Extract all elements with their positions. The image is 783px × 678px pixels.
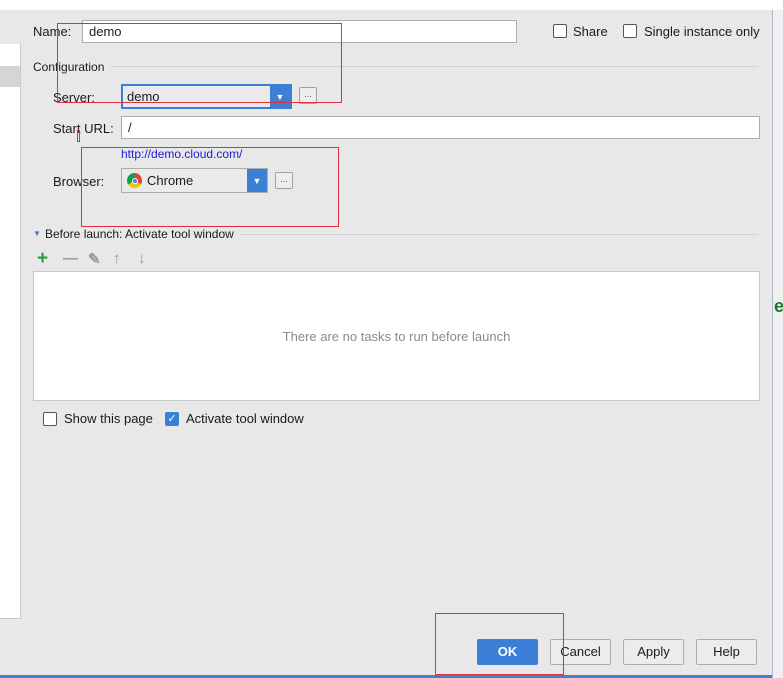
collapse-triangle-icon[interactable]: ▼ <box>33 229 41 238</box>
background-window <box>772 10 783 678</box>
tasks-list[interactable]: There are no tasks to run before launch <box>33 271 760 401</box>
configurations-tree[interactable] <box>0 44 21 619</box>
chrome-icon <box>127 173 142 188</box>
remove-icon[interactable]: — <box>63 250 78 267</box>
start-url-input[interactable]: / <box>121 116 760 139</box>
activate-tool-label: Activate tool window <box>186 411 304 426</box>
single-instance-checkbox[interactable] <box>623 24 637 38</box>
server-value: demo <box>127 89 160 104</box>
before-launch-separator <box>240 234 758 235</box>
help-button[interactable]: Help <box>696 639 757 665</box>
ok-button[interactable]: OK <box>477 639 538 665</box>
apply-button[interactable]: Apply <box>623 639 684 665</box>
show-page-checkbox[interactable] <box>43 412 57 426</box>
chevron-down-icon[interactable]: ▼ <box>270 86 290 107</box>
chevron-down-icon[interactable]: ▼ <box>247 169 267 192</box>
before-launch-heading: Before launch: Activate tool window <box>45 227 234 241</box>
browser-more-button[interactable]: ... <box>275 172 293 189</box>
configuration-separator <box>110 66 758 67</box>
move-down-icon[interactable]: ↓ <box>138 250 146 267</box>
share-checkbox[interactable] <box>553 24 567 38</box>
browser-value: Chrome <box>147 173 194 188</box>
server-combobox[interactable]: demo ▼ <box>121 84 292 109</box>
server-label: Server: <box>53 90 95 105</box>
empty-tasks-text: There are no tasks to run before launch <box>282 328 511 344</box>
title-bar <box>0 0 783 10</box>
background-text: e <box>774 296 783 316</box>
start-url-label: Start URL: <box>53 121 114 136</box>
add-icon[interactable]: + <box>37 248 48 270</box>
browser-label: Browser: <box>53 174 105 189</box>
activate-tool-checkbox[interactable]: ✓ <box>165 412 179 426</box>
edit-icon[interactable]: ✎ <box>88 250 101 268</box>
show-page-label: Show this page <box>64 411 153 426</box>
name-input[interactable]: demo <box>82 20 517 43</box>
share-label: Share <box>573 24 608 39</box>
browser-combobox[interactable]: Chrome ▼ <box>121 168 268 193</box>
name-label: Name: <box>33 24 72 39</box>
server-more-button[interactable]: ... <box>299 87 317 104</box>
resolved-url-link[interactable]: http://demo.cloud.com/ <box>121 147 242 161</box>
selected-tree-item[interactable] <box>0 66 20 87</box>
single-instance-label: Single instance only <box>644 24 760 39</box>
configuration-heading: Configuration <box>33 60 105 74</box>
cancel-button[interactable]: Cancel <box>550 639 611 665</box>
move-up-icon[interactable]: ↑ <box>113 250 121 267</box>
